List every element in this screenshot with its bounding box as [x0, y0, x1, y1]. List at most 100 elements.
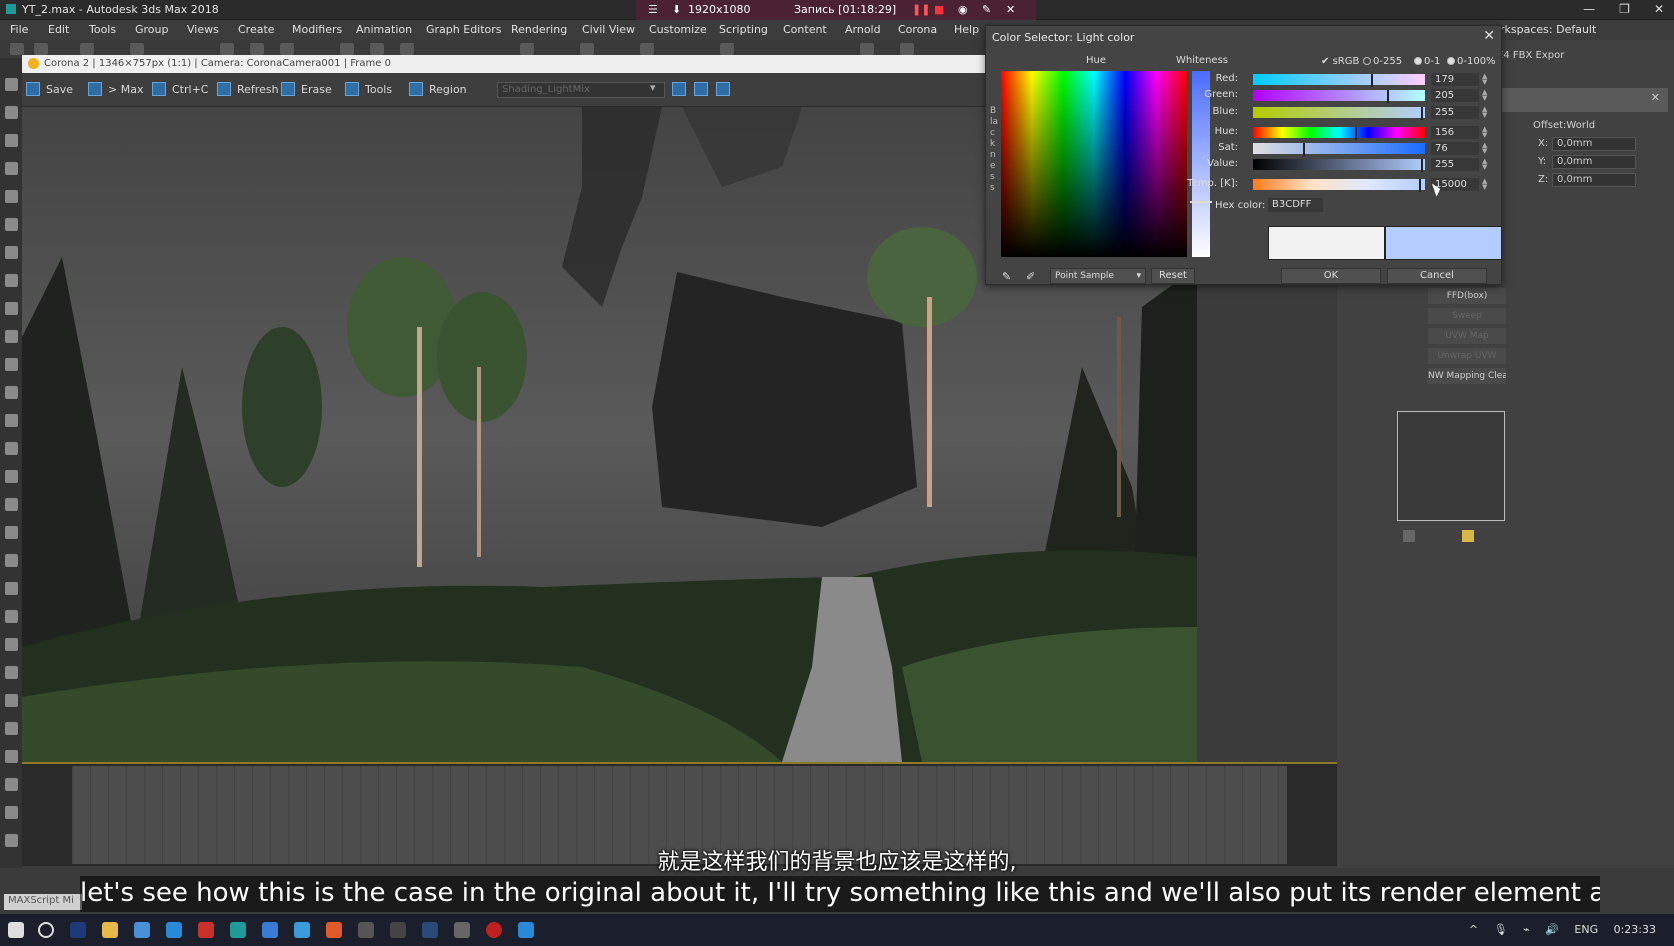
layer-icon[interactable] [5, 582, 18, 595]
modifier-ffd-box[interactable]: FFD(box) [1428, 288, 1506, 304]
photoshop-icon[interactable] [70, 922, 86, 938]
pause-icon[interactable]: ❚❚ [912, 3, 930, 16]
stop-icon[interactable]: ■ [934, 3, 944, 16]
value-value-field[interactable]: 255 [1431, 158, 1479, 171]
spinner-icon[interactable]: ▲ ▼ [1482, 126, 1487, 139]
paint-icon[interactable] [5, 274, 18, 287]
hue-slider[interactable] [1253, 127, 1425, 140]
zoom-fit-button[interactable] [716, 82, 736, 98]
object-paint-icon[interactable] [5, 358, 18, 371]
align-icon[interactable] [640, 43, 654, 55]
combo-arrow-icon[interactable]: ▾ [650, 81, 656, 97]
select-tool-icon[interactable] [5, 78, 18, 91]
modifier-unwrap-uvw[interactable]: Unwrap UVW [1428, 348, 1506, 364]
rotate-icon[interactable] [370, 43, 384, 55]
range-255-radio[interactable]: 0-255 [1363, 56, 1402, 67]
sat-thumb[interactable] [1303, 143, 1305, 156]
sat-slider[interactable] [1253, 143, 1425, 156]
select-icon[interactable] [220, 43, 234, 55]
close-icon[interactable]: ✕ [1006, 3, 1015, 16]
menu-rendering[interactable]: Rendering [511, 23, 567, 36]
temp-thumb[interactable] [1419, 179, 1421, 192]
x-field[interactable]: 0,0mm [1552, 137, 1636, 151]
cancel-button[interactable]: Cancel [1387, 268, 1487, 284]
modifier-uvw-map[interactable]: UVW Map [1428, 328, 1506, 344]
maxscript-listener[interactable]: MAXScript Mi [4, 894, 82, 910]
material-icon[interactable] [5, 554, 18, 567]
render-icon[interactable] [900, 43, 914, 55]
camera-icon[interactable]: ◉ [958, 3, 968, 16]
menu-icon[interactable]: ☰ [648, 3, 658, 16]
lighting-icon[interactable] [5, 414, 18, 427]
link-icon[interactable] [80, 43, 94, 55]
spinner-icon[interactable]: ▲ ▼ [1482, 178, 1487, 191]
menu-group[interactable]: Group [135, 23, 169, 36]
undo-icon[interactable] [10, 43, 24, 55]
srgb-checkbox[interactable]: ✔ sRGB [1321, 56, 1359, 67]
red-slider[interactable] [1253, 74, 1425, 87]
sphere-icon[interactable] [5, 526, 18, 539]
select-by-name-icon[interactable] [250, 43, 264, 55]
film-icon[interactable] [5, 722, 18, 735]
telegram-2-icon[interactable] [518, 922, 534, 938]
menu-help[interactable]: Help [954, 23, 979, 36]
vfb-region-button[interactable]: Region [409, 82, 467, 98]
unreal-icon[interactable] [390, 922, 406, 938]
blue-slider[interactable] [1253, 107, 1425, 120]
menu-content[interactable]: Content [783, 23, 827, 36]
z-field[interactable]: 0,0mm [1552, 173, 1636, 187]
vfb-refresh-button[interactable]: Refresh [217, 82, 279, 98]
link-tool-icon[interactable] [5, 694, 18, 707]
grid-icon[interactable] [5, 610, 18, 623]
menu-create[interactable]: Create [238, 23, 275, 36]
helper-icon[interactable] [5, 498, 18, 511]
eyedropper-screen-icon[interactable]: ✐ [1026, 270, 1040, 284]
app-icon[interactable] [262, 922, 278, 938]
bind-icon[interactable] [130, 43, 144, 55]
hue-blackness-picker[interactable] [1001, 71, 1187, 257]
workspace-selector[interactable]: rkspaces: Default [1500, 23, 1596, 36]
sat-value-field[interactable]: 76 [1431, 142, 1479, 155]
value-slider[interactable] [1253, 159, 1425, 172]
close-window-icon[interactable]: ✕ [1654, 2, 1664, 16]
file-explorer-icon[interactable] [102, 922, 118, 938]
blue-thumb[interactable] [1421, 107, 1423, 120]
clock[interactable]: 0:23:33 [1614, 923, 1656, 936]
vfb-erase-button[interactable]: Erase [281, 82, 332, 98]
search-icon[interactable] [38, 922, 54, 938]
range-100-radio[interactable]: 0-100% [1447, 56, 1496, 67]
vfb-max-button[interactable]: > Max [88, 82, 143, 98]
spinner-icon[interactable]: ▲ ▼ [1482, 158, 1487, 171]
language-indicator[interactable]: ENG [1574, 923, 1598, 936]
green-slider[interactable] [1253, 90, 1425, 103]
menu-graph-editors[interactable]: Graph Editors [426, 23, 502, 36]
ok-button[interactable]: OK [1281, 268, 1381, 284]
hierarchy-tool-icon[interactable] [5, 162, 18, 175]
close-icon[interactable]: ✕ [1651, 91, 1660, 104]
modify-tool-icon[interactable] [5, 134, 18, 147]
utilities-tool-icon[interactable] [5, 246, 18, 259]
modifier-nw-mapping[interactable]: NW Mapping Clea [1428, 368, 1506, 384]
motion-tool-icon[interactable] [5, 190, 18, 203]
menu-scripting[interactable]: Scripting [719, 23, 768, 36]
network-icon[interactable]: ⌁ [1523, 923, 1530, 936]
y-field[interactable]: 0,0mm [1552, 155, 1636, 169]
acrobat-icon[interactable] [198, 922, 214, 938]
pin-icon[interactable] [1403, 530, 1415, 542]
telegram-icon[interactable] [166, 922, 182, 938]
steam-icon[interactable] [422, 922, 438, 938]
selection-icon[interactable] [5, 386, 18, 399]
zoom-out-button[interactable] [694, 82, 714, 98]
cloud-icon[interactable] [5, 778, 18, 791]
pen-icon[interactable]: ✎ [982, 3, 991, 16]
selection-set-icon[interactable] [720, 43, 734, 55]
menu-arnold[interactable]: Arnold [845, 23, 881, 36]
hue-thumb[interactable] [1355, 127, 1357, 140]
mirror-icon[interactable] [580, 43, 594, 55]
close-icon[interactable]: ✕ [1483, 28, 1495, 44]
hue-value-field[interactable]: 156 [1431, 126, 1479, 139]
menu-animation[interactable]: Animation [356, 23, 412, 36]
snap-icon[interactable] [520, 43, 534, 55]
download-icon[interactable]: ⬇ [672, 3, 681, 16]
tray-chevron-icon[interactable]: ^ [1469, 923, 1478, 936]
